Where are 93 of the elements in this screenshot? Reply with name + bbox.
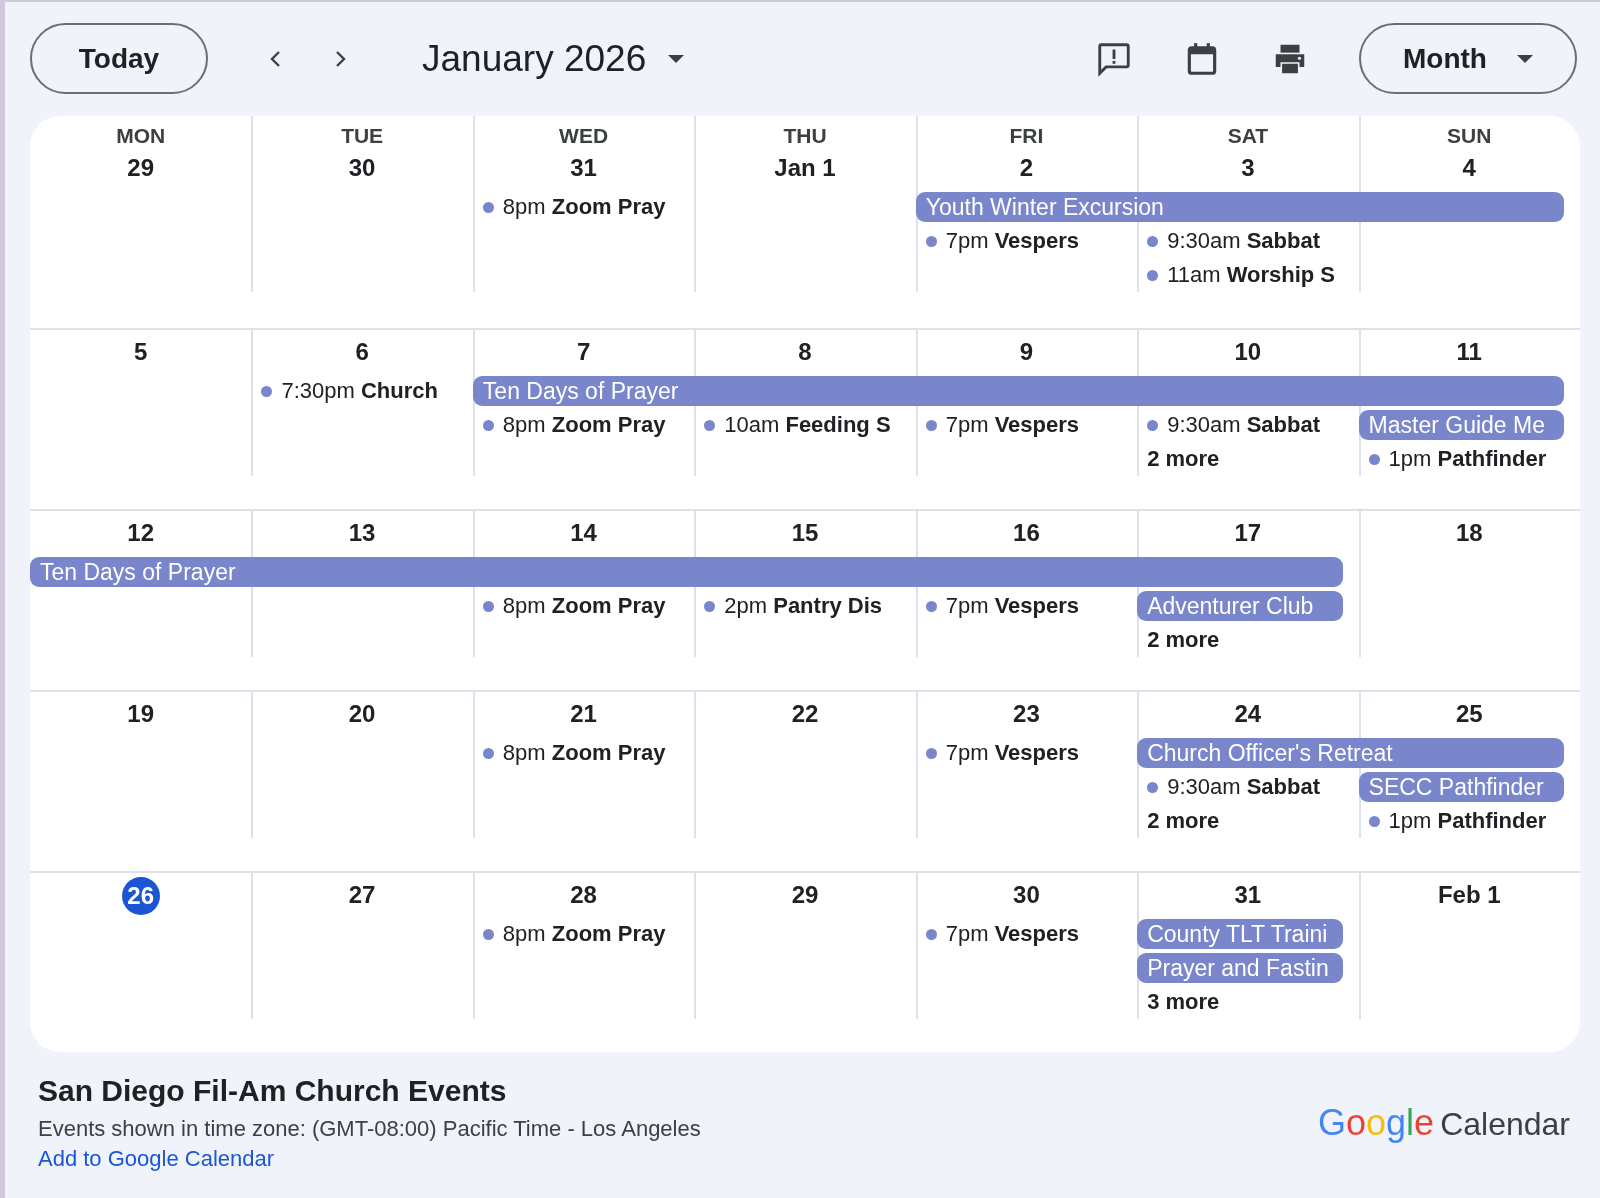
- day-number[interactable]: 21: [563, 696, 604, 732]
- day-number[interactable]: 12: [120, 515, 161, 551]
- calendar-event[interactable]: 10am Feeding S: [704, 412, 916, 438]
- event-dot-icon: [704, 600, 716, 612]
- day-number[interactable]: 28: [563, 877, 604, 913]
- day-number[interactable]: 4: [1449, 150, 1490, 186]
- event-dot-icon: [482, 419, 494, 431]
- day-number[interactable]: 10: [1227, 334, 1268, 370]
- event-dot-icon: [1147, 235, 1159, 247]
- day-number[interactable]: 7: [563, 334, 604, 370]
- day-number[interactable]: 29: [120, 150, 161, 186]
- day-number[interactable]: 17: [1227, 515, 1268, 551]
- day-number[interactable]: 24: [1227, 696, 1268, 732]
- event-dot-icon: [704, 419, 716, 431]
- calendar-event[interactable]: 7pm Vespers: [925, 921, 1138, 947]
- calendar-event[interactable]: 7:30pm Church: [261, 378, 473, 404]
- calendar-event[interactable]: 1pm Pathfinder: [1368, 446, 1580, 472]
- weekday-label: SUN: [1447, 123, 1492, 149]
- weekday-label: FRI: [1009, 123, 1044, 149]
- calendar-event[interactable]: 1pm Pathfinder: [1368, 808, 1580, 834]
- day-number[interactable]: Jan 1: [772, 150, 838, 186]
- day-number[interactable]: 23: [1006, 696, 1047, 732]
- more-link[interactable]: 2 more: [1147, 446, 1359, 472]
- weekday-label: SAT: [1227, 123, 1269, 149]
- day-number[interactable]: 27: [342, 877, 383, 913]
- day-number[interactable]: 16: [1006, 515, 1047, 551]
- view-dropdown[interactable]: Month: [1359, 23, 1577, 94]
- calendar-event[interactable]: 8pm Zoom Pray: [482, 194, 695, 220]
- day-number[interactable]: 25: [1449, 696, 1490, 732]
- weekday-label: TUE: [341, 123, 384, 149]
- event-dot-icon: [925, 235, 937, 247]
- more-link[interactable]: 2 more: [1147, 627, 1359, 653]
- calendar-event[interactable]: 9:30am Sabbat: [1147, 228, 1359, 254]
- event-dot-icon: [1368, 815, 1380, 827]
- calendar-event[interactable]: 8pm Zoom Pray: [482, 740, 695, 766]
- day-number[interactable]: 31: [1227, 877, 1268, 913]
- month-title[interactable]: January 2026: [422, 37, 647, 80]
- day-number[interactable]: 15: [785, 515, 825, 551]
- logo-product-name[interactable]: Calendar: [1440, 1106, 1570, 1143]
- calendar-event[interactable]: 9:30am Sabbat: [1147, 412, 1359, 438]
- day-number[interactable]: 30: [342, 150, 383, 186]
- calendar-event[interactable]: 8pm Zoom Pray: [482, 412, 695, 438]
- calendar-title: San Diego Fil-Am Church Events: [38, 1074, 508, 1108]
- day-number[interactable]: 20: [342, 696, 383, 732]
- day-number[interactable]: 9: [1006, 334, 1047, 370]
- timezone-note: Events shown in time zone: (GMT-08:00) Pacific Time - Los Angeles: [38, 1116, 701, 1142]
- day-number[interactable]: 13: [342, 515, 383, 551]
- weekday-label: THU: [783, 123, 827, 149]
- weekday-label: WED: [559, 123, 609, 149]
- day-number[interactable]: 22: [785, 696, 825, 732]
- day-number[interactable]: 19: [120, 696, 161, 732]
- event-dot-icon: [482, 928, 494, 940]
- day-number[interactable]: 2: [1006, 150, 1047, 186]
- calendar-event[interactable]: 7pm Vespers: [925, 412, 1138, 438]
- event-dot-icon: [482, 747, 494, 759]
- event-dot-icon: [1147, 419, 1159, 431]
- more-link[interactable]: 3 more: [1147, 989, 1359, 1015]
- calendar-event[interactable]: 7pm Vespers: [925, 593, 1138, 619]
- calendar-event[interactable]: 9:30am Sabbat: [1147, 774, 1359, 800]
- event-dot-icon: [925, 419, 937, 431]
- day-number[interactable]: 6: [342, 334, 383, 370]
- today-button[interactable]: Today: [30, 23, 208, 94]
- day-number[interactable]: 11: [1449, 334, 1490, 370]
- event-dot-icon: [261, 385, 273, 397]
- caret-icon[interactable]: [668, 54, 685, 63]
- day-number[interactable]: 14: [563, 515, 604, 551]
- day-number[interactable]: 26: [121, 877, 160, 915]
- caret-icon[interactable]: [1517, 54, 1533, 63]
- event-dot-icon: [925, 600, 937, 612]
- day-number[interactable]: 31: [563, 150, 604, 186]
- day-number[interactable]: 30: [1006, 877, 1047, 913]
- event-dot-icon: [925, 747, 937, 759]
- calendar-event[interactable]: 7pm Vespers: [925, 740, 1138, 766]
- more-link[interactable]: 2 more: [1147, 808, 1359, 834]
- event-dot-icon: [925, 928, 937, 940]
- weekday-label: MON: [116, 123, 166, 149]
- calendar-event[interactable]: 8pm Zoom Pray: [482, 921, 695, 947]
- add-calendar-link[interactable]: Add to Google Calendar: [38, 1146, 275, 1171]
- event-dot-icon: [482, 600, 494, 612]
- calendar-event[interactable]: 11am Worship S: [1147, 262, 1359, 288]
- event-dot-icon: [1147, 269, 1159, 281]
- day-number[interactable]: 5: [120, 334, 161, 370]
- event-dot-icon: [1368, 453, 1380, 465]
- day-number[interactable]: 8: [785, 334, 825, 370]
- calendar-event[interactable]: 2pm Pantry Dis: [704, 593, 916, 619]
- day-number[interactable]: 18: [1449, 515, 1490, 551]
- calendar-event[interactable]: 8pm Zoom Pray: [482, 593, 695, 619]
- event-dot-icon: [1147, 781, 1159, 793]
- day-number[interactable]: Feb 1: [1435, 877, 1503, 913]
- day-number[interactable]: 29: [785, 877, 825, 913]
- day-number[interactable]: 3: [1227, 150, 1268, 186]
- calendar-event[interactable]: 7pm Vespers: [925, 228, 1138, 254]
- event-dot-icon: [482, 201, 494, 213]
